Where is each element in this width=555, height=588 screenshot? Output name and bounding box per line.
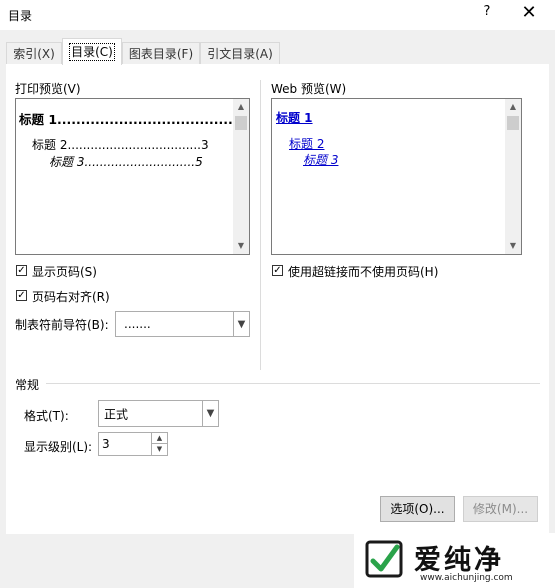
web-preview-label: Web 预览(W)	[271, 82, 347, 96]
print-preview-scrollbar[interactable]: ▲ ▼	[233, 99, 249, 254]
print-preview-label: 打印预览(V)	[15, 82, 81, 96]
stepper-down-icon[interactable]: ▼	[152, 444, 167, 455]
right-align-page-numbers-checkbox[interactable]: ✓	[16, 290, 27, 301]
print-preview-heading-1: 标题 1....................................…	[19, 112, 247, 127]
tab-leader-label: 制表符前导符(B):	[15, 318, 109, 332]
chevron-down-icon[interactable]: ▼	[202, 401, 218, 426]
stepper-up-icon[interactable]: ▲	[152, 433, 167, 444]
close-icon[interactable]: ✕	[516, 2, 542, 24]
format-select[interactable]: 正式 ▼	[98, 400, 219, 427]
show-levels-stepper[interactable]: 3 ▲ ▼	[98, 432, 168, 456]
tab-label: 目录(C)	[69, 43, 115, 61]
help-icon[interactable]: ?	[478, 4, 496, 19]
tab-label: 索引(X)	[13, 47, 55, 61]
column-divider	[260, 80, 261, 370]
title-bar: 目录 ? ✕	[0, 0, 555, 30]
web-preview-scrollbar[interactable]: ▲ ▼	[505, 99, 521, 254]
show-levels-label: 显示级别(L):	[24, 440, 93, 454]
show-levels-value: 3	[102, 437, 110, 451]
tab-table-of-figures[interactable]: 图表目录(F)	[122, 42, 200, 64]
general-divider	[46, 383, 540, 384]
print-preview-heading-2: 标题 2...................................3	[32, 138, 209, 152]
tab-leader-value: .......	[124, 317, 151, 331]
show-page-numbers-checkbox[interactable]: ✓	[16, 265, 27, 276]
general-heading: 常规	[15, 378, 40, 392]
scroll-up-icon[interactable]: ▲	[505, 99, 521, 115]
tab-label: 图表目录(F)	[128, 47, 194, 61]
brand-name: 爱纯净	[414, 545, 504, 576]
use-hyperlinks-checkbox[interactable]: ✓	[272, 265, 283, 276]
scroll-thumb[interactable]	[235, 116, 247, 130]
web-preview-link-3: 标题 3	[303, 153, 339, 167]
tab-label: 引文目录(A)	[207, 47, 273, 61]
toc-dialog: 目录 ? ✕ 索引(X) 目录(C) 图表目录(F) 引文目录(A) 打印预览(…	[0, 0, 555, 588]
web-preview-link-1: 标题 1	[276, 111, 313, 125]
modify-button[interactable]: 修改(M)...	[463, 496, 538, 522]
use-hyperlinks-label: 使用超链接而不使用页码(H)	[288, 265, 439, 279]
options-button[interactable]: 选项(O)...	[380, 496, 455, 522]
chevron-down-icon[interactable]: ▼	[233, 312, 249, 336]
scroll-thumb[interactable]	[507, 116, 519, 130]
scroll-up-icon[interactable]: ▲	[233, 99, 249, 115]
tab-table-of-authorities[interactable]: 引文目录(A)	[200, 42, 280, 64]
web-preview-link-2: 标题 2	[289, 137, 325, 151]
web-preview-box: 标题 1 标题 2 标题 3 ▲ ▼	[271, 98, 522, 255]
print-preview-heading-3: 标题 3.............................5	[49, 155, 203, 169]
brand-url: www.aichunjing.com	[420, 573, 513, 583]
scroll-down-icon[interactable]: ▼	[233, 238, 249, 254]
format-label: 格式(T):	[24, 409, 69, 423]
right-align-page-numbers-label: 页码右对齐(R)	[32, 290, 110, 304]
scroll-down-icon[interactable]: ▼	[505, 238, 521, 254]
tab-leader-select[interactable]: ....... ▼	[115, 311, 250, 337]
print-preview-box: 标题 1....................................…	[15, 98, 250, 255]
dialog-title: 目录	[8, 9, 33, 23]
show-page-numbers-label: 显示页码(S)	[32, 265, 97, 279]
stepper-buttons[interactable]: ▲ ▼	[151, 433, 167, 455]
tab-index[interactable]: 索引(X)	[6, 42, 62, 64]
tab-toc[interactable]: 目录(C)	[62, 38, 122, 65]
brand-logo-icon	[365, 540, 403, 578]
watermark: 爱纯净 www.aichunjing.com	[354, 533, 555, 588]
format-value: 正式	[104, 407, 129, 421]
